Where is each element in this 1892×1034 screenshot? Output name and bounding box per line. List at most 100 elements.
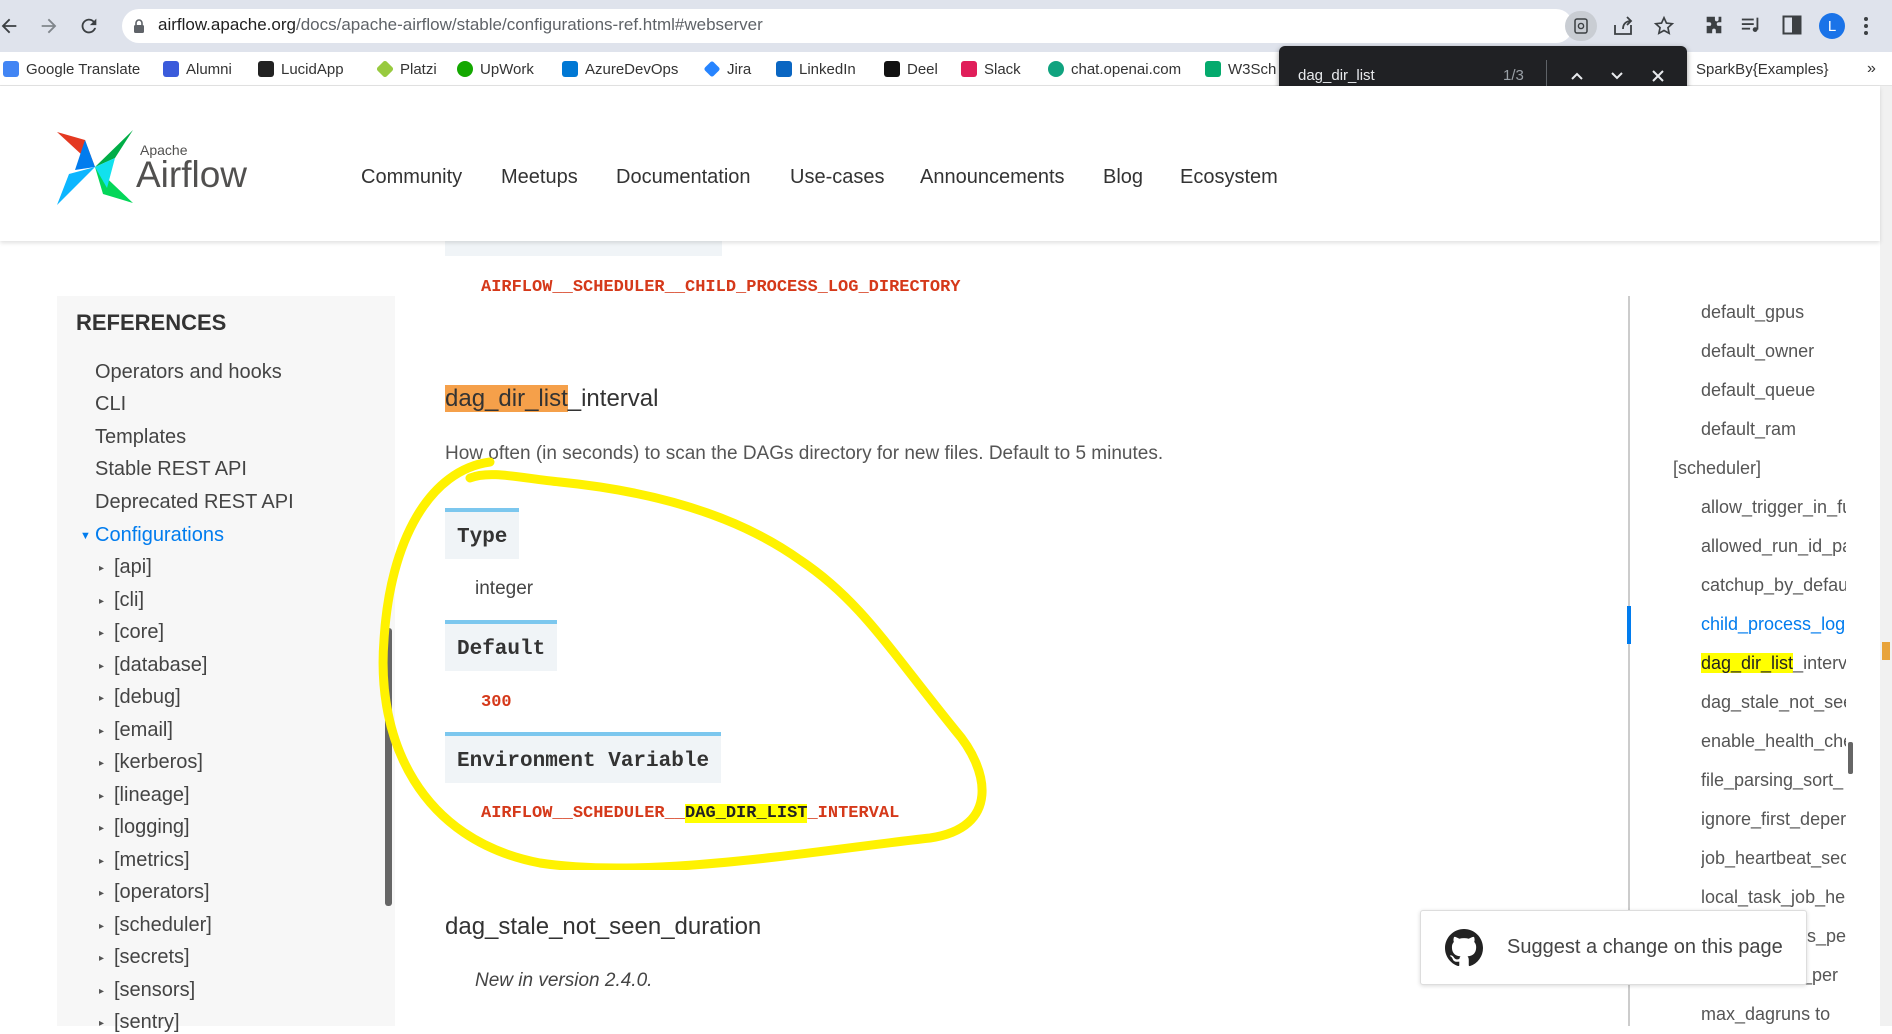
share-icon[interactable] — [1612, 16, 1634, 36]
sidebar-section-item[interactable]: [logging] — [114, 816, 190, 839]
toc-item[interactable]: default_ram — [1701, 419, 1796, 440]
bookmark-upwork[interactable]: UpWork — [457, 58, 534, 80]
sidebar-item-cli[interactable]: CLI — [95, 393, 126, 416]
toc-item[interactable]: dag_stale_not_see — [1701, 692, 1846, 713]
env-var-label: Environment Variable — [445, 732, 722, 783]
sidebar-section-item[interactable]: [operators] — [114, 881, 210, 904]
suggest-change-button[interactable]: Suggest a change on this page — [1420, 910, 1807, 985]
toc-item[interactable]: enable_health_che — [1701, 731, 1846, 752]
sidebar-item-stable-rest-api[interactable]: Stable REST API — [95, 458, 247, 481]
kebab-menu-icon[interactable] — [1863, 15, 1869, 37]
sidebar-section-item[interactable]: [cli] — [114, 589, 144, 612]
toc-item[interactable]: default_queue — [1701, 380, 1815, 401]
bookmark-alumni[interactable]: Alumni — [163, 58, 232, 80]
nav-blog[interactable]: Blog — [1103, 166, 1143, 189]
bookmark-lucidapp[interactable]: LucidApp — [258, 58, 344, 80]
forward-button[interactable] — [34, 11, 64, 41]
toc-item[interactable]: job_heartbeat_sec — [1701, 848, 1846, 869]
find-in-page-button[interactable] — [1565, 11, 1597, 41]
bookmark-label: LucidApp — [281, 60, 344, 78]
bookmark-google-translate[interactable]: Google Translate — [3, 58, 140, 80]
bookmark-azuredevops[interactable]: AzureDevOps — [562, 58, 678, 80]
extensions-icon[interactable] — [1703, 14, 1725, 36]
expand-arrow-icon[interactable]: ▸ — [99, 758, 104, 769]
expand-arrow-icon[interactable]: ▸ — [99, 888, 104, 899]
back-button[interactable] — [0, 11, 24, 41]
nav-community[interactable]: Community — [361, 166, 462, 189]
sidebar-section-item[interactable]: [kerberos] — [114, 751, 203, 774]
nav-use-cases[interactable]: Use-cases — [790, 166, 884, 189]
find-input[interactable]: dag_dir_list — [1298, 67, 1375, 84]
toc-item[interactable]: default_gpus — [1701, 302, 1804, 323]
toc-item[interactable]: allow_trigger_in_fu — [1701, 497, 1846, 518]
toc-item[interactable]: max_dagruns to — [1701, 1004, 1846, 1025]
toc-item-partial[interactable]: s_pe — [1807, 926, 1846, 947]
toc-item[interactable]: default_owner — [1701, 341, 1814, 362]
expand-arrow-icon[interactable]: ▸ — [99, 628, 104, 639]
sidebar-item-deprecated-rest-api[interactable]: Deprecated REST API — [95, 491, 294, 514]
expand-arrow-icon[interactable]: ▸ — [99, 1018, 104, 1029]
chevron-down-icon[interactable] — [1609, 68, 1625, 84]
chevron-up-icon[interactable] — [1569, 68, 1585, 84]
bookmark-jira[interactable]: Jira — [703, 58, 751, 80]
bookmark-slack[interactable]: Slack — [961, 58, 1021, 80]
alumni-icon — [163, 61, 179, 77]
star-icon[interactable] — [1653, 15, 1675, 37]
expand-arrow-icon[interactable]: ▸ — [99, 986, 104, 997]
expand-arrow-icon[interactable]: ▸ — [99, 661, 104, 672]
bookmark-sparkbyexamples[interactable]: SparkBy{Examples} — [1696, 58, 1829, 80]
expand-arrow-icon[interactable]: ▸ — [99, 563, 104, 574]
sidebar-section-item[interactable]: [api] — [114, 556, 152, 579]
sidebar-section-item[interactable]: [scheduler] — [114, 914, 212, 937]
expand-arrow-icon[interactable]: ▸ — [99, 596, 104, 607]
nav-meetups[interactable]: Meetups — [501, 166, 578, 189]
sidebar-section-item[interactable]: [email] — [114, 719, 173, 742]
toc-item[interactable]: ignore_first_deper — [1701, 809, 1846, 830]
media-control-icon[interactable] — [1740, 14, 1762, 36]
bookmark-platzi[interactable]: Platzi — [375, 58, 437, 80]
toc-scrollbar[interactable] — [1848, 742, 1853, 774]
sidebar-section-item[interactable]: [lineage] — [114, 784, 190, 807]
reload-icon — [81, 18, 97, 34]
nav-announcements[interactable]: Announcements — [920, 166, 1065, 189]
reload-button[interactable] — [74, 11, 104, 41]
expand-arrow-icon[interactable]: ▸ — [99, 953, 104, 964]
sidebar-section-item[interactable]: [metrics] — [114, 849, 190, 872]
bookmark-label: Google Translate — [26, 60, 141, 78]
sidebar-section-item[interactable]: [core] — [114, 621, 164, 644]
sidebar-section-item[interactable]: [secrets] — [114, 946, 190, 969]
toc-item[interactable]: local_task_job_hea — [1701, 887, 1846, 908]
close-icon[interactable] — [1650, 68, 1666, 84]
bookmark-chatgpt[interactable]: chat.openai.com — [1048, 58, 1181, 80]
sidebar-section-item[interactable]: [sensors] — [114, 979, 195, 1002]
expand-arrow-icon[interactable]: ▸ — [99, 856, 104, 867]
side-panel-icon[interactable] — [1782, 14, 1802, 36]
profile-avatar[interactable]: L — [1819, 13, 1845, 39]
expand-arrow-icon[interactable]: ▸ — [99, 921, 104, 932]
page-scrollbar-track[interactable] — [1880, 86, 1892, 1026]
nav-documentation[interactable]: Documentation — [616, 166, 751, 189]
sidebar-scrollbar[interactable] — [385, 628, 392, 906]
expand-arrow-icon[interactable]: ▸ — [99, 693, 104, 704]
sidebar-item-operators-hooks[interactable]: Operators and hooks — [95, 361, 282, 384]
bookmark-linkedin[interactable]: LinkedIn — [776, 58, 856, 80]
bookmark-deel[interactable]: Deel — [884, 58, 938, 80]
sidebar-item-configurations[interactable]: Configurations — [95, 524, 224, 547]
expand-arrow-icon[interactable]: ▸ — [99, 791, 104, 802]
sidebar-item-templates[interactable]: Templates — [95, 426, 186, 449]
toc-item[interactable]: file_parsing_sort_ — [1701, 770, 1846, 791]
toc-item-active[interactable]: child_process_log — [1701, 614, 1846, 635]
sidebar-section-item[interactable]: [database] — [114, 654, 207, 677]
expand-arrow-icon[interactable]: ▸ — [99, 726, 104, 737]
sidebar-section-item[interactable]: [sentry] — [114, 1011, 180, 1034]
toc-item[interactable]: catchup_by_defau — [1701, 575, 1846, 596]
expand-arrow-icon[interactable]: ▸ — [99, 823, 104, 834]
toc-section-scheduler[interactable]: [scheduler] — [1673, 458, 1761, 479]
sidebar-section-item[interactable]: [debug] — [114, 686, 181, 709]
airflow-pinwheel-logo[interactable] — [55, 130, 135, 205]
toc-item[interactable]: allowed_run_id_pa — [1701, 536, 1846, 557]
bookmark-w3schools[interactable]: W3Sch — [1205, 58, 1276, 80]
more-bookmarks-button[interactable]: » — [1867, 58, 1876, 80]
toc-item-dag-dir-list[interactable]: dag_dir_list_interv — [1701, 653, 1846, 674]
nav-ecosystem[interactable]: Ecosystem — [1180, 166, 1278, 189]
